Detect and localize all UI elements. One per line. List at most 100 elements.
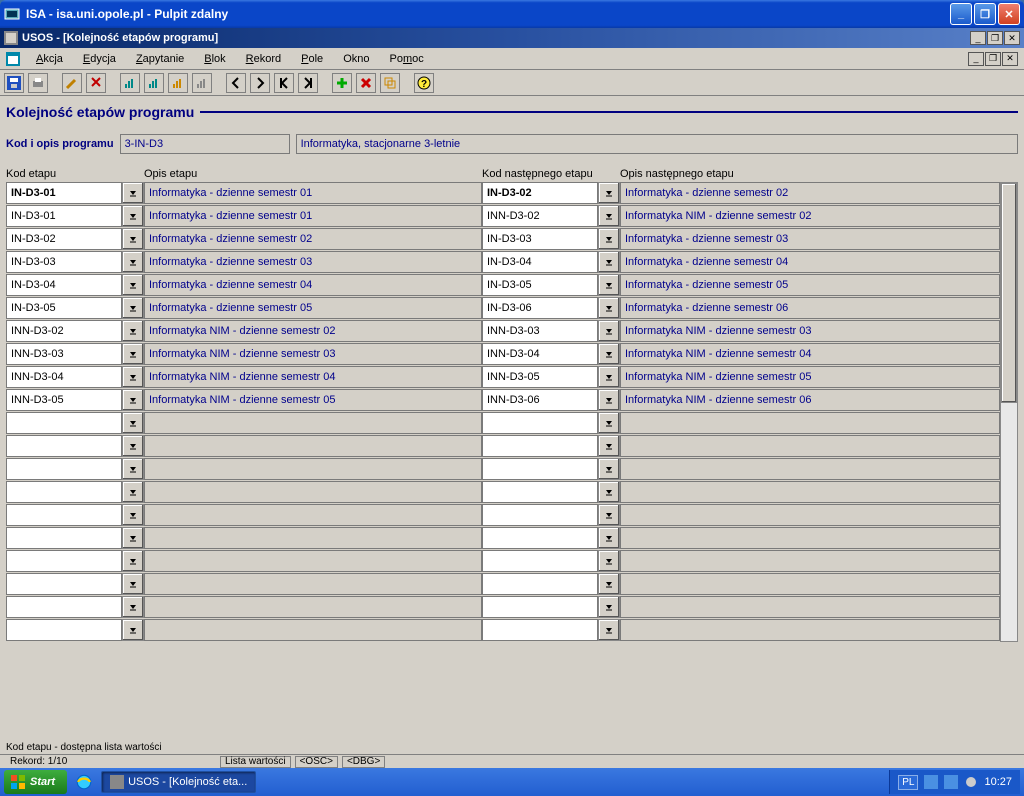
opis-nast-field[interactable]: Informatyka NIM - dzienne semestr 03 bbox=[620, 320, 1000, 342]
kod-nast-field[interactable]: IN-D3-02 bbox=[482, 182, 598, 204]
kod-nast-field[interactable]: INN-D3-03 bbox=[482, 320, 598, 342]
close-button[interactable]: ✕ bbox=[998, 3, 1020, 25]
lov-button[interactable] bbox=[598, 504, 620, 526]
kod-nast-field[interactable]: INN-D3-06 bbox=[482, 389, 598, 411]
kod-nast-field[interactable] bbox=[482, 435, 598, 457]
opis-etapu-field[interactable]: Informatyka - dzienne semestr 03 bbox=[144, 251, 482, 273]
kod-etapu-field[interactable] bbox=[6, 596, 122, 618]
menu-blok[interactable]: Blok bbox=[194, 51, 235, 67]
opis-nast-field[interactable]: Informatyka - dzienne semestr 03 bbox=[620, 228, 1000, 250]
lov-button[interactable] bbox=[598, 458, 620, 480]
lov-button[interactable] bbox=[122, 389, 144, 411]
kod-etapu-field[interactable]: IN-D3-01 bbox=[6, 182, 122, 204]
mdi-close-button[interactable]: ✕ bbox=[1004, 31, 1020, 45]
opis-nast-field[interactable]: Informatyka NIM - dzienne semestr 02 bbox=[620, 205, 1000, 227]
opis-nast-field[interactable] bbox=[620, 596, 1000, 618]
lov-button[interactable] bbox=[122, 550, 144, 572]
opis-etapu-field[interactable] bbox=[144, 458, 482, 480]
kod-etapu-field[interactable] bbox=[6, 527, 122, 549]
menu-rekord[interactable]: Rekord bbox=[236, 51, 291, 67]
lov-button[interactable] bbox=[122, 504, 144, 526]
chart1-icon[interactable] bbox=[120, 73, 140, 93]
kod-etapu-field[interactable]: IN-D3-05 bbox=[6, 297, 122, 319]
menu-okno[interactable]: Okno bbox=[333, 51, 379, 67]
opis-etapu-field[interactable] bbox=[144, 596, 482, 618]
kod-nast-field[interactable] bbox=[482, 458, 598, 480]
kod-nast-field[interactable] bbox=[482, 573, 598, 595]
mdi-minimize-button[interactable]: _ bbox=[970, 31, 986, 45]
kod-etapu-field[interactable]: IN-D3-04 bbox=[6, 274, 122, 296]
tray-icon-2[interactable] bbox=[944, 775, 958, 789]
kod-etapu-field[interactable] bbox=[6, 435, 122, 457]
opis-nast-field[interactable] bbox=[620, 527, 1000, 549]
menu-zapytanie[interactable]: Zapytanie bbox=[126, 51, 194, 67]
print-icon[interactable] bbox=[28, 73, 48, 93]
menu-akcja[interactable]: Akcja bbox=[26, 51, 73, 67]
lov-button[interactable] bbox=[598, 251, 620, 273]
lov-button[interactable] bbox=[122, 320, 144, 342]
lov-button[interactable] bbox=[598, 343, 620, 365]
minimize-button[interactable]: _ bbox=[950, 3, 972, 25]
lov-button[interactable] bbox=[598, 573, 620, 595]
opis-nast-field[interactable] bbox=[620, 435, 1000, 457]
opis-etapu-field[interactable] bbox=[144, 573, 482, 595]
lov-button[interactable] bbox=[122, 205, 144, 227]
chart2-icon[interactable] bbox=[144, 73, 164, 93]
opis-nast-field[interactable]: Informatyka NIM - dzienne semestr 05 bbox=[620, 366, 1000, 388]
opis-etapu-field[interactable]: Informatyka - dzienne semestr 04 bbox=[144, 274, 482, 296]
save-icon[interactable] bbox=[4, 73, 24, 93]
kod-nast-field[interactable] bbox=[482, 619, 598, 641]
opis-etapu-field[interactable]: Informatyka - dzienne semestr 05 bbox=[144, 297, 482, 319]
kod-etapu-field[interactable]: INN-D3-04 bbox=[6, 366, 122, 388]
kod-nast-field[interactable] bbox=[482, 504, 598, 526]
duplicate-icon[interactable] bbox=[380, 73, 400, 93]
opis-etapu-field[interactable] bbox=[144, 619, 482, 641]
lov-button[interactable] bbox=[122, 412, 144, 434]
kod-etapu-field[interactable] bbox=[6, 412, 122, 434]
lov-button[interactable] bbox=[598, 389, 620, 411]
menu-edycja[interactable]: Edycja bbox=[73, 51, 126, 67]
start-button[interactable]: Start bbox=[4, 770, 67, 794]
lov-button[interactable] bbox=[122, 297, 144, 319]
lov-button[interactable] bbox=[122, 274, 144, 296]
lov-button[interactable] bbox=[122, 343, 144, 365]
lov-button[interactable] bbox=[122, 481, 144, 503]
help-icon[interactable]: ? bbox=[414, 73, 434, 93]
kod-etapu-field[interactable] bbox=[6, 481, 122, 503]
lov-button[interactable] bbox=[122, 435, 144, 457]
taskbar-app[interactable]: USOS - [Kolejność eta... bbox=[101, 771, 256, 793]
lov-button[interactable] bbox=[598, 228, 620, 250]
lov-button[interactable] bbox=[598, 550, 620, 572]
delete-icon[interactable] bbox=[356, 73, 376, 93]
child-minimize-button[interactable]: _ bbox=[968, 52, 984, 66]
opis-etapu-field[interactable]: Informatyka NIM - dzienne semestr 02 bbox=[144, 320, 482, 342]
add-icon[interactable] bbox=[332, 73, 352, 93]
opis-nast-field[interactable]: Informatyka NIM - dzienne semestr 04 bbox=[620, 343, 1000, 365]
scrollbar[interactable] bbox=[1000, 182, 1018, 642]
kod-nast-field[interactable]: IN-D3-06 bbox=[482, 297, 598, 319]
opis-etapu-field[interactable] bbox=[144, 504, 482, 526]
opis-nast-field[interactable] bbox=[620, 412, 1000, 434]
next-icon[interactable] bbox=[250, 73, 270, 93]
lov-button[interactable] bbox=[598, 481, 620, 503]
ie-icon[interactable] bbox=[75, 773, 93, 791]
opis-etapu-field[interactable] bbox=[144, 481, 482, 503]
child-close-button[interactable]: ✕ bbox=[1002, 52, 1018, 66]
lov-button[interactable] bbox=[598, 596, 620, 618]
lov-button[interactable] bbox=[122, 619, 144, 641]
kod-nast-field[interactable]: INN-D3-02 bbox=[482, 205, 598, 227]
lov-button[interactable] bbox=[122, 527, 144, 549]
child-restore-button[interactable]: ❐ bbox=[985, 52, 1001, 66]
opis-nast-field[interactable] bbox=[620, 619, 1000, 641]
mdi-restore-button[interactable]: ❐ bbox=[987, 31, 1003, 45]
lov-button[interactable] bbox=[122, 573, 144, 595]
opis-nast-field[interactable]: Informatyka NIM - dzienne semestr 06 bbox=[620, 389, 1000, 411]
clear-icon[interactable] bbox=[86, 73, 106, 93]
kod-etapu-field[interactable]: INN-D3-03 bbox=[6, 343, 122, 365]
kod-etapu-field[interactable] bbox=[6, 550, 122, 572]
lov-button[interactable] bbox=[598, 527, 620, 549]
lov-button[interactable] bbox=[598, 274, 620, 296]
lov-button[interactable] bbox=[122, 182, 144, 204]
kod-nast-field[interactable]: IN-D3-04 bbox=[482, 251, 598, 273]
chart4-icon[interactable] bbox=[192, 73, 212, 93]
